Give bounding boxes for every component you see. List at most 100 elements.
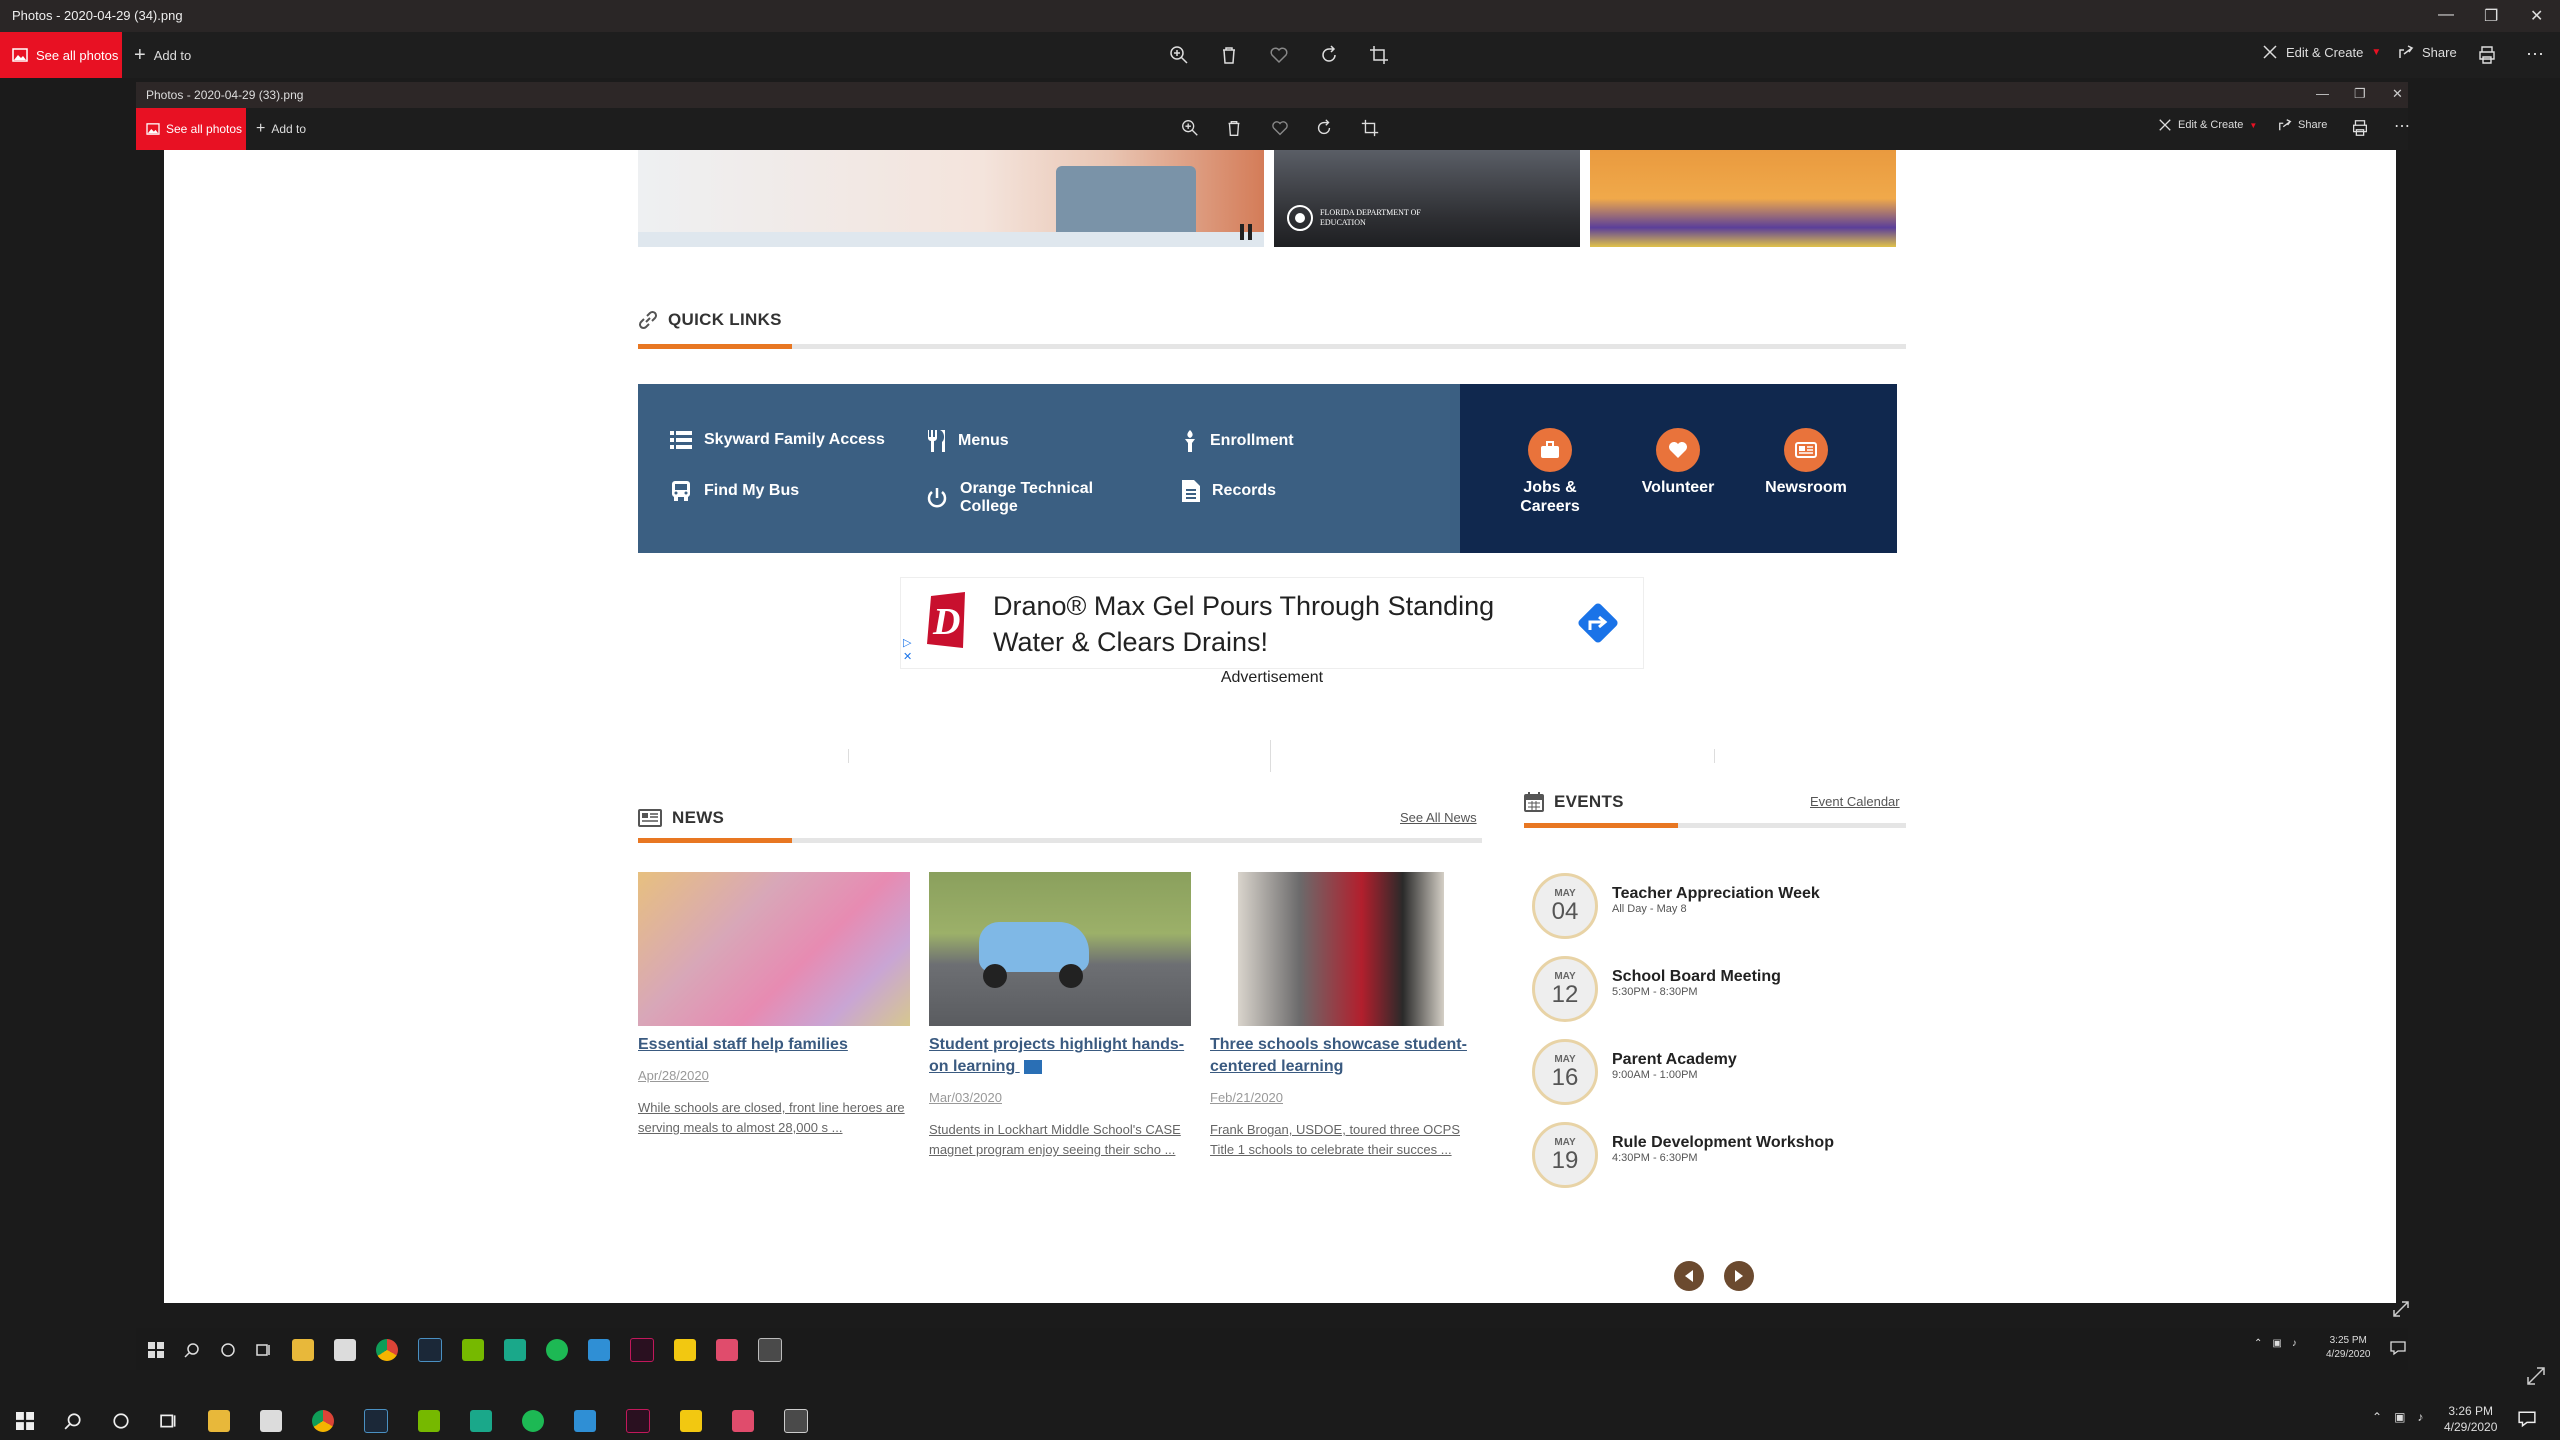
adchoices-icon[interactable]: ▷: [903, 636, 911, 649]
ql-menus[interactable]: Menus: [926, 430, 1009, 452]
frame-app-icon[interactable]: [588, 1339, 610, 1361]
ad-banner[interactable]: D Drano® Max Gel Pours Through Standing …: [900, 577, 1644, 669]
snip-app-icon[interactable]: [716, 1339, 738, 1361]
photos-app-icon[interactable]: [784, 1409, 808, 1433]
windows-start-icon[interactable]: [16, 1412, 34, 1430]
network-icon[interactable]: ▣: [2394, 1410, 2405, 1424]
ql-skyward-family-access[interactable]: Skyward Family Access: [670, 430, 885, 450]
inner-print-icon[interactable]: [2350, 118, 2370, 138]
pause-icon[interactable]: [1238, 222, 1254, 242]
minimize-button[interactable]: —: [2438, 6, 2454, 24]
ql-volunteer[interactable]: Volunteer: [1628, 428, 1728, 497]
event-calendar-link[interactable]: Event Calendar: [1810, 794, 1900, 809]
event-item[interactable]: MAY 19 Rule Development Workshop 4:30PM …: [1532, 1122, 1834, 1188]
inner-share-button[interactable]: Share: [2278, 118, 2327, 132]
chrome-icon[interactable]: [376, 1339, 398, 1361]
v-app-icon[interactable]: [630, 1338, 654, 1362]
news-item-date[interactable]: Apr/28/2020: [638, 1068, 709, 1083]
news-item-title[interactable]: Essential staff help families: [638, 1034, 910, 1056]
sticky-notes-icon[interactable]: [680, 1410, 702, 1432]
spotify-icon[interactable]: [546, 1339, 568, 1361]
carousel-prev-button[interactable]: [1674, 1261, 1704, 1291]
news-item-title[interactable]: Student projects highlight hands-on lear…: [929, 1034, 1201, 1078]
heart-icon[interactable]: [1268, 44, 1290, 66]
ql-records[interactable]: Records: [1182, 480, 1276, 502]
cortana-icon[interactable]: [220, 1342, 236, 1358]
news-item-summary[interactable]: While schools are closed, front line her…: [638, 1098, 910, 1138]
event-title[interactable]: Parent Academy: [1612, 1051, 1737, 1069]
see-all-photos-button[interactable]: See all photos: [0, 32, 122, 78]
inner-heart-icon[interactable]: [1270, 118, 1290, 138]
news-item-title[interactable]: Three schools showcase student-centered …: [1210, 1034, 1482, 1078]
more-icon[interactable]: ⋯: [2526, 44, 2544, 65]
cortana-icon[interactable]: [112, 1412, 130, 1430]
volume-icon[interactable]: ♪: [2292, 1338, 2297, 1349]
news-item-title-text[interactable]: Student projects highlight hands-on lear…: [929, 1036, 1184, 1075]
inner-clock[interactable]: 3:25 PM 4/29/2020: [2326, 1334, 2371, 1362]
chevron-up-icon[interactable]: ⌃: [2372, 1410, 2382, 1424]
ql-find-my-bus[interactable]: Find My Bus: [670, 480, 799, 502]
search-icon[interactable]: [184, 1342, 200, 1358]
inner-close-button[interactable]: ✕: [2392, 86, 2403, 102]
news-image-notes[interactable]: [638, 872, 910, 1026]
event-title[interactable]: Rule Development Workshop: [1612, 1134, 1834, 1152]
inner-see-all-photos-button[interactable]: See all photos: [136, 108, 246, 150]
delete-icon[interactable]: [1218, 44, 1240, 66]
windows-start-icon[interactable]: [148, 1342, 164, 1358]
chevron-up-icon[interactable]: ⌃: [2254, 1338, 2262, 1349]
ql-enrollment[interactable]: Enrollment: [1182, 430, 1294, 452]
mail-icon[interactable]: [260, 1410, 282, 1432]
news-item-summary[interactable]: Students in Lockhart Middle School's CAS…: [929, 1120, 1201, 1160]
notification-icon[interactable]: [2518, 1410, 2536, 1428]
zoom-icon[interactable]: [1168, 44, 1190, 66]
nvidia-icon[interactable]: [462, 1339, 484, 1361]
event-title[interactable]: Teacher Appreciation Week: [1612, 885, 1820, 903]
mail-icon[interactable]: [334, 1339, 356, 1361]
inner-delete-icon[interactable]: [1224, 118, 1244, 138]
news-item-date[interactable]: Feb/21/2020: [1210, 1090, 1283, 1105]
spotify-icon[interactable]: [522, 1410, 544, 1432]
news-image-students[interactable]: [1238, 872, 1444, 1026]
inner-restore-button[interactable]: ❐: [2354, 86, 2366, 102]
add-to-button[interactable]: + Add to: [134, 32, 191, 78]
outer-clock[interactable]: 3:26 PM 4/29/2020: [2444, 1403, 2497, 1435]
ad-arrow-icon[interactable]: [1573, 598, 1623, 648]
event-item[interactable]: MAY 04 Teacher Appreciation Week All Day…: [1532, 873, 1820, 939]
steam-icon[interactable]: [364, 1409, 388, 1433]
sticky-notes-icon[interactable]: [674, 1339, 696, 1361]
ql-newsroom[interactable]: Newsroom: [1756, 428, 1856, 497]
v-app-icon[interactable]: [626, 1409, 650, 1433]
inner-rotate-icon[interactable]: [1314, 118, 1334, 138]
steam-icon[interactable]: [418, 1338, 442, 1362]
frame-app-icon[interactable]: [574, 1410, 596, 1432]
restore-button[interactable]: ❐: [2484, 6, 2498, 26]
see-all-news-link[interactable]: See All News: [1400, 810, 1477, 825]
event-title[interactable]: School Board Meeting: [1612, 968, 1781, 986]
file-explorer-icon[interactable]: [292, 1339, 314, 1361]
ad-close-icon[interactable]: ✕: [903, 650, 912, 663]
crop-icon[interactable]: [1368, 44, 1390, 66]
file-explorer-icon[interactable]: [208, 1410, 230, 1432]
volume-icon[interactable]: ♪: [2417, 1410, 2423, 1424]
print-icon[interactable]: [2476, 44, 2498, 66]
search-icon[interactable]: [64, 1412, 82, 1430]
inner-crop-icon[interactable]: [1360, 118, 1380, 138]
edit-create-button[interactable]: Edit & Create ▼: [2262, 44, 2381, 60]
notification-icon[interactable]: [2390, 1340, 2406, 1356]
snip-app-icon[interactable]: [732, 1410, 754, 1432]
network-icon[interactable]: ▣: [2272, 1338, 2281, 1349]
inner-minimize-button[interactable]: —: [2316, 86, 2329, 101]
close-button[interactable]: ✕: [2530, 6, 2543, 26]
inner-add-to-button[interactable]: + Add to: [256, 108, 306, 150]
event-item[interactable]: MAY 12 School Board Meeting 5:30PM - 8:3…: [1532, 956, 1781, 1022]
nvidia-icon[interactable]: [418, 1410, 440, 1432]
ql-orange-technical-college[interactable]: Orange Technical College: [926, 480, 1126, 516]
ad-text[interactable]: Drano® Max Gel Pours Through Standing Wa…: [993, 588, 1513, 660]
task-view-icon[interactable]: [160, 1412, 178, 1430]
task-view-icon[interactable]: [256, 1342, 272, 1358]
ql-jobs-careers[interactable]: Jobs & Careers: [1500, 428, 1600, 516]
rotate-icon[interactable]: [1318, 44, 1340, 66]
news-item-date[interactable]: Mar/03/2020: [929, 1090, 1002, 1105]
inner-expand-icon[interactable]: [2392, 1300, 2410, 1318]
carousel-next-button[interactable]: [1724, 1261, 1754, 1291]
